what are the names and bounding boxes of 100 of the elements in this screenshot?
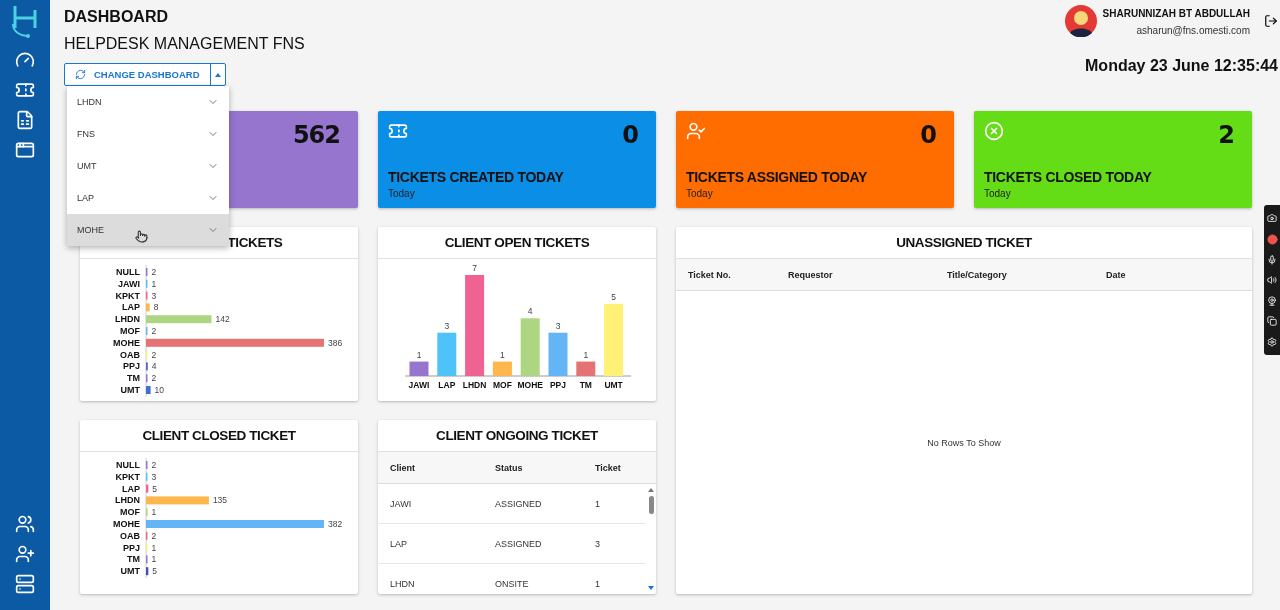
menu-item[interactable]: FNS: [67, 118, 229, 150]
microphone-icon[interactable]: [1267, 255, 1277, 266]
menu-item[interactable]: LHDN: [67, 86, 229, 118]
data-label: 5: [611, 291, 616, 302]
column-header: Client: [390, 462, 416, 473]
stat-subtitle: Today: [686, 188, 714, 199]
table-cell-text: LHDN: [390, 578, 416, 589]
card-title: UNASSIGNED TICKET: [896, 235, 1032, 250]
axis-label: MOF: [492, 380, 512, 390]
user-email: asharun@fns.omesti.com: [1136, 25, 1250, 36]
data-label: 2: [151, 530, 157, 541]
axis-label: UMT: [120, 385, 140, 395]
data-label: 1: [151, 542, 157, 553]
axis-label: TM: [127, 554, 140, 565]
data-label: 1: [151, 507, 157, 518]
refresh-icon: [75, 69, 86, 80]
axis-label: JAWI: [118, 278, 140, 289]
x-circle-icon: [984, 121, 1004, 141]
data-label: 386: [328, 337, 343, 348]
table-cell-text: 1: [595, 578, 601, 589]
column-header: Ticket No.: [688, 269, 732, 280]
axis-label: NULL: [116, 267, 140, 277]
axis-label: UMT: [120, 566, 140, 577]
document-icon[interactable]: [15, 110, 35, 130]
axis-label: LAP: [122, 302, 140, 313]
table-cell-text: JAWI: [390, 498, 413, 509]
stat-value: 0: [920, 121, 936, 149]
table-cell-text: 1: [595, 498, 601, 509]
menu-item[interactable]: LAP: [67, 182, 229, 214]
data-label: 142: [215, 314, 230, 325]
data-label: 10: [154, 385, 165, 395]
page-title: DASHBOARD: [64, 8, 169, 26]
data-label: 1: [151, 554, 157, 565]
window-icon[interactable]: [15, 140, 35, 160]
axis-label: MOF: [120, 326, 140, 336]
table-cell-text: ONSITE: [495, 578, 530, 589]
users-icon[interactable]: [15, 514, 35, 534]
data-label: 1: [500, 349, 505, 360]
stat-subtitle: Today: [984, 188, 1012, 199]
ticket-icon[interactable]: [15, 80, 35, 100]
data-label: 135: [212, 495, 228, 506]
stat-title: TICKETS ASSIGNED TODAY: [686, 169, 869, 185]
column-header: Date: [1106, 269, 1127, 280]
axis-label: TM: [127, 373, 140, 384]
data-label: 2: [151, 373, 157, 384]
windows-icon[interactable]: [1267, 316, 1277, 327]
menu-item[interactable]: UMT: [67, 150, 229, 182]
data-label: 5: [152, 483, 158, 494]
column-header: Title/Category: [947, 269, 1008, 280]
date-time: Monday 23 June 12:35:44: [1085, 57, 1278, 75]
stat-value: 0: [622, 121, 638, 149]
axis-label: TM: [579, 380, 592, 390]
axis-label: LAP: [438, 380, 456, 390]
card-title: TICKETS: [227, 235, 283, 250]
camera-icon[interactable]: [1267, 213, 1277, 224]
axis-label: KPKT: [115, 471, 140, 482]
webcam-icon[interactable]: [1267, 295, 1277, 306]
axis-label: PPJ: [123, 361, 140, 372]
card-title: CLIENT CLOSED TICKET: [142, 428, 296, 443]
hand-cursor-icon: [135, 230, 148, 243]
data-label: 1: [151, 278, 157, 289]
axis-label: JAWI: [408, 380, 430, 390]
data-label: 2: [151, 326, 157, 336]
user-check-icon: [686, 121, 706, 141]
data-label: 4: [527, 306, 533, 317]
data-label: 2: [151, 267, 157, 277]
axis-label: LHDN: [462, 380, 487, 390]
table-cell-text: LAP: [390, 538, 408, 549]
axis-label: OAB: [120, 349, 140, 360]
record-icon[interactable]: [1266, 233, 1278, 245]
menu-item[interactable]: MOHE: [67, 214, 229, 246]
data-label: 4: [151, 361, 157, 372]
speaker-icon[interactable]: [1267, 275, 1277, 286]
user-name: SHARUNNIZAH BT ABDULLAH: [1102, 8, 1250, 19]
data-label: 3: [151, 290, 157, 301]
axis-label: LHDN: [115, 495, 140, 506]
stat-value: 562: [292, 121, 340, 149]
data-label: 8: [153, 302, 159, 313]
stat-subtitle: Today: [388, 188, 416, 199]
data-label: 1: [583, 349, 589, 360]
column-header: Status: [495, 462, 524, 473]
table-cell-text: 3: [595, 538, 601, 549]
settings-icon[interactable]: [1267, 336, 1277, 347]
axis-label: PPJ: [549, 380, 567, 390]
card-title: CLIENT ONGOING TICKET: [436, 428, 598, 443]
logout-icon[interactable]: [1264, 14, 1278, 28]
card-title: CLIENT OPEN TICKETS: [444, 235, 590, 250]
column-header: Ticket: [595, 462, 622, 473]
table-cell-text: ASSIGNED: [495, 498, 543, 509]
data-label: 1: [416, 349, 422, 360]
data-label: 5: [152, 566, 158, 577]
stat-title: TICKETS CREATED TODAY: [388, 169, 565, 185]
data-label: 2: [151, 460, 157, 470]
stat-title: TICKETS CLOSED TODAY: [984, 169, 1153, 185]
axis-label: MOHE: [113, 337, 140, 348]
axis-label: KPKT: [115, 290, 140, 301]
user-plus-icon[interactable]: [15, 544, 35, 564]
server-icon[interactable]: [15, 574, 35, 594]
gauge-icon[interactable]: [15, 50, 35, 70]
data-label: 3: [444, 320, 450, 331]
